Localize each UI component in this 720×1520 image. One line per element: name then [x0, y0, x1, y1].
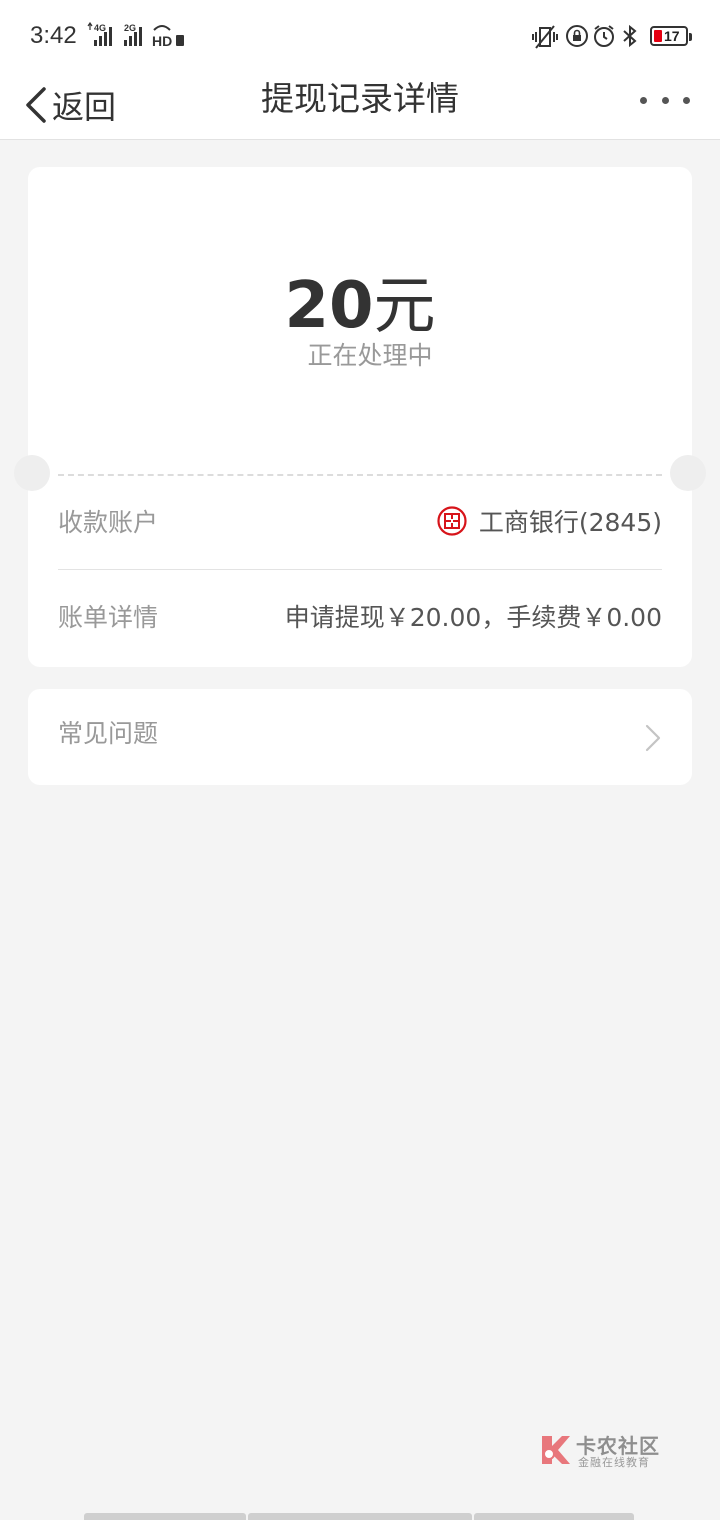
network-4g-label: 4G	[94, 23, 106, 33]
ticket-notch-left	[14, 455, 50, 491]
icbc-logo	[437, 506, 467, 536]
gesture-segment	[84, 1513, 246, 1520]
watermark: 卡农社区 金融在线教育	[538, 1430, 662, 1470]
battery-icon: 17	[650, 26, 692, 46]
more-dot	[661, 96, 669, 104]
bill-detail-value: 申请提现￥20.00，手续费￥0.00	[284, 603, 662, 632]
vibrate-icon	[532, 25, 558, 49]
network-2g-label: 2G	[124, 23, 136, 33]
more-dots-icon[interactable]	[640, 90, 690, 110]
gesture-segment	[474, 1513, 634, 1520]
gesture-segment	[248, 1513, 472, 1520]
network-signal-icon: 4G 2G HD	[87, 22, 184, 48]
receiving-account-row: 收款账户 工商银行(2845)	[58, 474, 662, 568]
chevron-right-icon	[645, 724, 661, 752]
watermark-subtitle: 金融在线教育	[578, 1456, 650, 1469]
more-dot	[640, 96, 647, 104]
ticket-notch-right	[670, 455, 706, 491]
bluetooth-icon	[623, 24, 637, 48]
withdrawal-status: 正在处理中	[307, 341, 433, 370]
status-bar: 3:42 4G 2G HD 17	[0, 0, 720, 72]
faq-label: 常见问题	[58, 719, 159, 748]
chevron-left-icon	[26, 87, 46, 123]
withdrawal-detail-card: 20元 正在处理中 收款账户 工商银行(2845) 账单详情 申请提现￥20.0…	[14, 167, 706, 667]
battery-level: 17	[664, 28, 680, 44]
faq-row[interactable]: 常见问题	[28, 689, 692, 785]
back-label: 返回	[52, 88, 117, 126]
receiving-account-label: 收款账户	[58, 508, 159, 537]
battery-fill	[654, 30, 662, 42]
bill-detail-row: 账单详情 申请提现￥20.00，手续费￥0.00	[58, 569, 662, 663]
hd-label: HD	[152, 33, 172, 48]
amount-value: 20	[284, 269, 374, 343]
bill-detail-label: 账单详情	[58, 603, 159, 632]
kanong-logo-icon	[542, 1436, 570, 1464]
nav-bar: 提现记录详情 返回	[0, 72, 720, 140]
more-dot	[683, 96, 690, 104]
gesture-bar	[84, 1513, 636, 1520]
back-button[interactable]: 返回	[22, 78, 116, 132]
lock-rotation-icon	[566, 25, 588, 47]
withdrawal-amount: 20元	[28, 269, 692, 343]
bank-account-text: 工商银行(2845)	[478, 508, 662, 537]
battery-tip	[689, 33, 692, 41]
amount-unit: 元	[373, 269, 436, 342]
alarm-icon	[594, 25, 614, 47]
receiving-account-value: 工商银行(2845)	[437, 503, 662, 539]
status-time: 3:42	[30, 22, 77, 49]
